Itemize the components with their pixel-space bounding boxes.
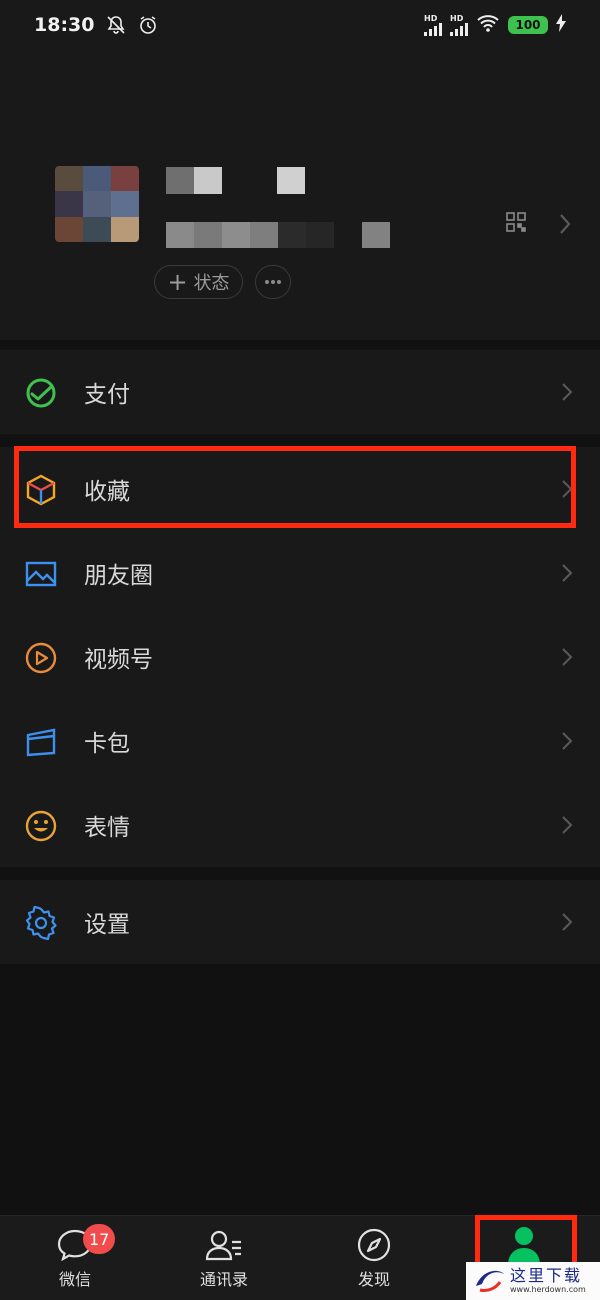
menu-label-favorites: 收藏: [84, 479, 130, 505]
blurred-wechat-id: [166, 222, 390, 248]
contacts-icon: [204, 1226, 244, 1264]
status-button-label: 状态: [193, 273, 230, 294]
chevron-right-icon: [561, 563, 573, 587]
menu-group-settings: 设置: [0, 880, 600, 964]
chevron-right-icon: [561, 731, 573, 755]
menu-item-moments[interactable]: 朋友圈: [0, 531, 600, 615]
menu-label-cards: 卡包: [84, 731, 130, 757]
play-circle-icon: [24, 641, 58, 675]
signal-icon-2: HD: [450, 13, 468, 36]
menu-label-stickers: 表情: [84, 815, 130, 841]
battery-indicator: 100: [508, 16, 548, 34]
watermark: 这里下载 www.herdown.com: [466, 1262, 600, 1300]
signal-hd-label: HD: [424, 13, 438, 23]
tab-label-chats: 微信: [58, 1270, 91, 1289]
moments-picture-icon: [24, 557, 58, 591]
pay-icon: [24, 376, 58, 410]
menu-label-channels: 视频号: [84, 647, 153, 673]
menu-label-settings: 设置: [84, 912, 130, 938]
chevron-right-icon[interactable]: [558, 213, 572, 239]
add-status-button[interactable]: + 状态: [154, 265, 243, 299]
person-icon: [507, 1226, 541, 1265]
smiley-icon: [24, 809, 58, 843]
chevron-right-icon: [561, 382, 573, 406]
mute-bell-icon: [106, 15, 126, 35]
charging-icon: [556, 14, 566, 36]
menu-item-stickers[interactable]: 表情: [0, 783, 600, 867]
compass-icon: [356, 1226, 392, 1264]
menu-item-settings[interactable]: 设置: [0, 880, 600, 964]
tab-chats[interactable]: 微信 17: [15, 1216, 135, 1300]
status-time: 18:30: [34, 14, 95, 36]
blurred-nickname: [166, 167, 305, 194]
chevron-right-icon: [561, 815, 573, 839]
signal-icon: HD: [424, 13, 442, 36]
cube-icon: [24, 473, 58, 507]
menu-label-pay: 支付: [84, 382, 130, 408]
menu-label-moments: 朋友圈: [84, 563, 153, 589]
menu-item-channels[interactable]: 视频号: [0, 615, 600, 699]
tab-label-discover: 发现: [357, 1270, 390, 1289]
menu-item-favorites[interactable]: 收藏: [0, 447, 600, 531]
avatar[interactable]: [55, 166, 139, 242]
tab-contacts[interactable]: 通讯录: [164, 1216, 284, 1300]
menu-group-pay: 支付: [0, 350, 600, 434]
more-button[interactable]: [255, 265, 291, 299]
card-wallet-icon: [24, 725, 58, 759]
signal-hd-label-2: HD: [450, 13, 464, 23]
plus-icon: +: [167, 268, 188, 296]
menu-item-pay[interactable]: 支付: [0, 350, 600, 434]
gear-icon: [24, 905, 58, 941]
status-bar: 18:30 HD HD 100: [0, 0, 600, 50]
qr-code-icon[interactable]: [506, 212, 526, 236]
chevron-right-icon: [561, 479, 573, 503]
unread-badge: 17: [83, 1224, 116, 1254]
profile-header[interactable]: + 状态: [0, 50, 600, 340]
menu-item-cards[interactable]: 卡包: [0, 699, 600, 783]
chevron-right-icon: [561, 912, 573, 936]
tab-discover[interactable]: 发现: [314, 1216, 434, 1300]
wifi-icon: [476, 13, 500, 37]
alarm-icon: [138, 15, 158, 35]
more-dots-icon: [265, 280, 281, 284]
watermark-url: www.herdown.com: [510, 1285, 586, 1294]
tab-label-contacts: 通讯录: [199, 1270, 248, 1289]
watermark-text: 这里下载: [510, 1266, 583, 1285]
menu-group-main: 收藏 朋友圈 视频号 卡包 表情: [0, 447, 600, 867]
chevron-right-icon: [561, 647, 573, 671]
watermark-logo-icon: [472, 1264, 506, 1298]
